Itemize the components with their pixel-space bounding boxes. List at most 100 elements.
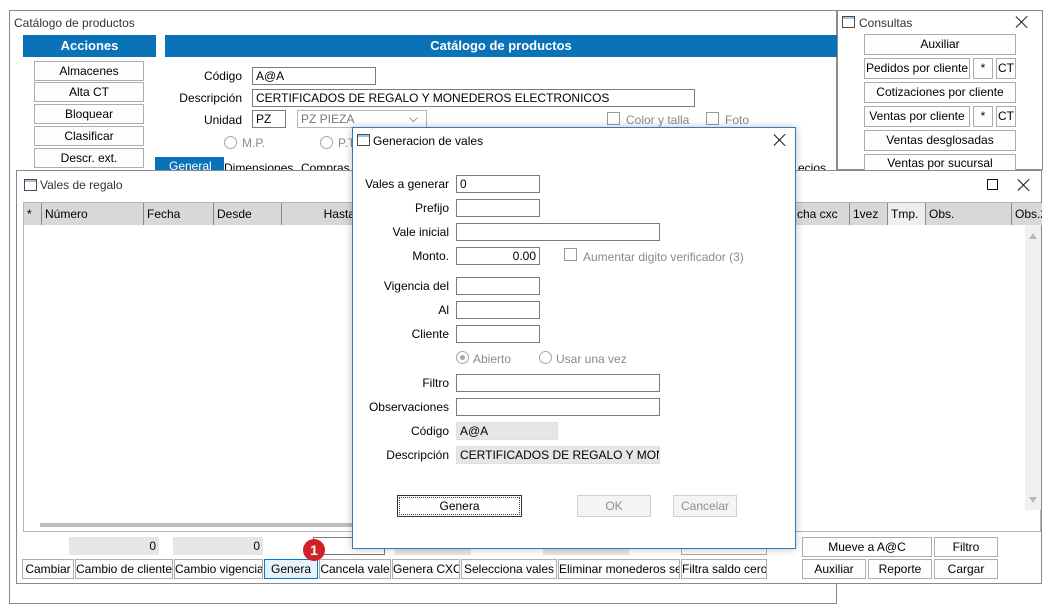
reporte-button[interactable]: Reporte bbox=[868, 559, 932, 579]
prefijo-label: Prefijo bbox=[414, 201, 449, 215]
close-icon[interactable] bbox=[1017, 178, 1031, 192]
alta-ct-button[interactable]: Alta CT bbox=[34, 82, 144, 102]
generacion-vales-dialog: Generacion de vales Vales a generar 0 Pr… bbox=[352, 127, 796, 549]
col-tmp[interactable]: Tmp. bbox=[888, 203, 926, 225]
cambiar-button[interactable]: Cambiar bbox=[22, 559, 74, 579]
col-1vez[interactable]: 1vez bbox=[850, 203, 888, 225]
prefijo-input[interactable] bbox=[456, 199, 540, 217]
aumentar-digito-label: Aumentar digito verificador (3) bbox=[583, 250, 744, 264]
ventas-cliente-button[interactable]: Ventas por cliente bbox=[864, 106, 970, 127]
cliente-label: Cliente bbox=[411, 327, 449, 341]
unidad-select[interactable]: PZ PIEZA ⌵ bbox=[297, 110, 427, 128]
mp-label: M.P. bbox=[242, 136, 266, 150]
al-input[interactable] bbox=[456, 301, 540, 319]
filtro-input[interactable] bbox=[456, 374, 660, 392]
dialog-descripcion-value: CERTIFICADOS DE REGALO Y MONEDE bbox=[456, 446, 660, 464]
mueve-a-ac-button[interactable]: Mueve a A@C bbox=[802, 537, 932, 557]
dialog-codigo-value: A@A bbox=[456, 422, 558, 440]
descr-ext-button[interactable]: Descr. ext. bbox=[34, 148, 144, 168]
cambio-cliente-button[interactable]: Cambio de cliente bbox=[75, 559, 173, 579]
mp-radio[interactable] bbox=[224, 136, 237, 149]
aumentar-digito-checkbox[interactable] bbox=[564, 248, 577, 261]
selecciona-vales-button[interactable]: Selecciona vales bbox=[461, 559, 557, 579]
codigo-label: Código bbox=[203, 69, 242, 83]
dialog-codigo-label: Código bbox=[410, 424, 449, 438]
catalog-window-title: Catálogo de productos bbox=[14, 16, 135, 30]
col-desde[interactable]: Desde bbox=[214, 203, 282, 225]
pedidos-star-button[interactable]: * bbox=[973, 58, 993, 79]
dialog-descripcion-label: Descripción bbox=[386, 448, 449, 462]
descripcion-input[interactable]: CERTIFICADOS DE REGALO Y MONEDEROS ELECT… bbox=[252, 89, 695, 107]
descripcion-label: Descripción bbox=[179, 91, 242, 105]
foto-checkbox[interactable] bbox=[706, 112, 719, 125]
observaciones-input[interactable] bbox=[456, 398, 660, 416]
total-1: 0 bbox=[69, 537, 159, 555]
color-talla-label: Color y talla bbox=[626, 113, 690, 127]
maximize-icon[interactable] bbox=[987, 179, 998, 190]
col-hasta[interactable]: Hasta bbox=[282, 203, 360, 225]
pedidos-cliente-button[interactable]: Pedidos por cliente bbox=[864, 58, 970, 79]
ventas-desglosadas-button[interactable]: Ventas desglosadas bbox=[864, 130, 1016, 151]
close-icon[interactable] bbox=[1015, 15, 1029, 29]
vale-inicial-input[interactable] bbox=[456, 223, 660, 241]
ventas-ct-button[interactable]: CT bbox=[996, 106, 1016, 127]
cotizaciones-cliente-button[interactable]: Cotizaciones por cliente bbox=[864, 82, 1016, 103]
clasificar-button[interactable]: Clasificar bbox=[34, 126, 144, 146]
filtra-saldo-cero-button[interactable]: Filtra saldo cero bbox=[681, 559, 767, 579]
dialog-ok-button[interactable]: OK bbox=[577, 495, 651, 517]
genera-button[interactable]: Genera bbox=[264, 559, 318, 579]
unidad-label: Unidad bbox=[203, 113, 242, 127]
col-obs2[interactable]: Obs.2 bbox=[1012, 203, 1042, 225]
vertical-scrollbar[interactable] bbox=[1025, 225, 1041, 510]
almacenes-button[interactable]: Almacenes bbox=[34, 61, 144, 81]
col-fecha[interactable]: Fecha bbox=[144, 203, 214, 225]
usar-vez-label: Usar una vez bbox=[556, 352, 627, 366]
foto-label: Foto bbox=[725, 113, 750, 127]
auxiliar-vales-button[interactable]: Auxiliar bbox=[802, 559, 866, 579]
vigencia-del-label: Vigencia del bbox=[383, 279, 449, 293]
pedidos-ct-button[interactable]: CT bbox=[996, 58, 1016, 79]
cambio-vigencia-button[interactable]: Cambio vigencia bbox=[174, 559, 263, 579]
filtro-button[interactable]: Filtro bbox=[934, 537, 998, 557]
al-label: Al bbox=[438, 303, 449, 317]
close-icon[interactable] bbox=[773, 133, 787, 147]
usar-vez-radio[interactable] bbox=[539, 351, 552, 364]
ventas-star-button[interactable]: * bbox=[973, 106, 993, 127]
consultas-title: Consultas bbox=[859, 16, 913, 30]
scroll-down-icon[interactable] bbox=[1029, 497, 1037, 503]
col-star[interactable]: * bbox=[24, 203, 42, 225]
abierto-radio[interactable] bbox=[456, 351, 469, 364]
col-fecha-cxc[interactable]: cha cxc bbox=[794, 203, 850, 225]
col-numero[interactable]: Número bbox=[42, 203, 144, 225]
vales-generar-label: Vales a generar bbox=[365, 177, 449, 191]
cancela-vale-button[interactable]: Cancela vale bbox=[319, 559, 391, 579]
vales-window-icon bbox=[24, 179, 37, 191]
vales-generar-input[interactable]: 0 bbox=[456, 175, 540, 193]
auxiliar-button[interactable]: Auxiliar bbox=[864, 34, 1016, 55]
monto-input[interactable]: 0.00 bbox=[456, 247, 540, 265]
chevron-down-icon: ⌵ bbox=[408, 111, 418, 125]
tab-general[interactable]: General bbox=[155, 157, 224, 171]
genera-cxc-button[interactable]: Genera CXC bbox=[392, 559, 460, 579]
step-badge: 1 bbox=[303, 539, 325, 561]
ventas-sucursal-button[interactable]: Ventas por sucursal bbox=[864, 154, 1016, 171]
observaciones-label: Observaciones bbox=[368, 400, 449, 414]
cliente-input[interactable] bbox=[456, 325, 540, 343]
scroll-up-icon[interactable] bbox=[1029, 233, 1037, 239]
dialog-cancelar-button[interactable]: Cancelar bbox=[673, 495, 737, 517]
color-talla-checkbox[interactable] bbox=[607, 112, 620, 125]
catalog-main-header: Catálogo de productos bbox=[165, 35, 837, 57]
dialog-title: Generacion de vales bbox=[373, 134, 484, 148]
horizontal-scrollbar[interactable] bbox=[40, 523, 370, 527]
pt-radio[interactable] bbox=[320, 136, 333, 149]
vigencia-del-input[interactable] bbox=[456, 277, 540, 295]
eliminar-monederos-button[interactable]: Eliminar monederos sel bbox=[558, 559, 680, 579]
codigo-input[interactable]: A@A bbox=[252, 67, 376, 85]
dialog-genera-button[interactable]: Genera bbox=[397, 495, 522, 517]
unidad-select-value: PZ PIEZA bbox=[301, 112, 355, 126]
cargar-button[interactable]: Cargar bbox=[934, 559, 998, 579]
unidad-code-input[interactable]: PZ bbox=[252, 110, 286, 128]
dialog-window-icon bbox=[357, 134, 370, 146]
col-obs[interactable]: Obs. bbox=[926, 203, 1012, 225]
bloquear-button[interactable]: Bloquear bbox=[34, 104, 144, 124]
